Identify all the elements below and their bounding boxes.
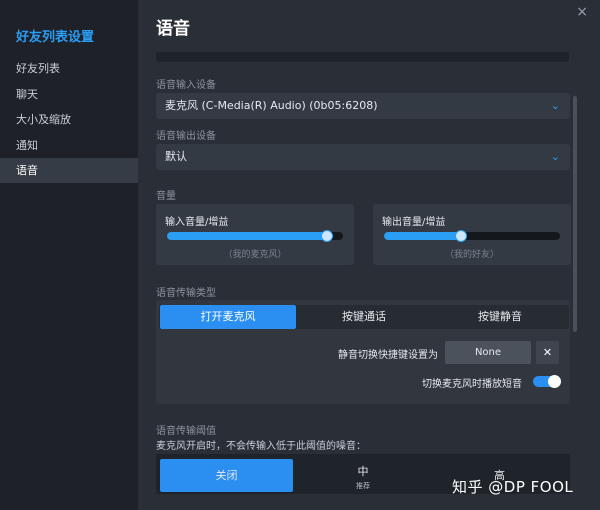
previous-section-edge	[156, 52, 569, 62]
output-volume-slider[interactable]	[384, 230, 560, 242]
push-to-mute-button[interactable]: 按键静音	[432, 305, 568, 329]
threshold-medium-button[interactable]: 中 推荐	[295, 459, 431, 492]
threshold-description: 麦克风开启时，不会传输入低于此阈值的噪音：	[156, 441, 366, 452]
input-device-value: 麦克风 (C-Media(R) Audio) (0b05:6208)	[165, 99, 378, 112]
threshold-medium-recommended: 推荐	[356, 482, 370, 490]
output-device-value: 默认	[165, 150, 187, 163]
mute-hotkey-button[interactable]: None	[445, 341, 531, 364]
threshold-off-label: 关闭	[215, 469, 238, 482]
sidebar-item-chat[interactable]: 聊天	[0, 82, 138, 107]
transmission-type-selector: 打开麦克风 按键通话 按键静音	[159, 305, 569, 329]
output-volume-fill	[384, 232, 462, 240]
threshold-medium-label: 中	[357, 465, 369, 478]
open-mic-button[interactable]: 打开麦克风	[160, 305, 296, 329]
output-volume-thumb[interactable]	[455, 230, 468, 242]
output-volume-label: 输出音量/增益	[382, 217, 446, 228]
input-volume-card: 输入音量/增益 （我的麦克风）	[156, 204, 354, 265]
input-volume-slider[interactable]	[167, 230, 343, 242]
chevron-down-icon: ⌄	[550, 99, 560, 112]
watermark: 知乎 @DP FOOL	[452, 478, 574, 496]
transmission-type-label: 语音传输类型	[156, 288, 216, 299]
input-volume-fill	[167, 232, 328, 240]
output-device-label: 语音输出设备	[156, 131, 216, 142]
input-device-select[interactable]: 麦克风 (C-Media(R) Audio) (0b05:6208) ⌄	[156, 93, 570, 119]
sidebar-item-friends-list[interactable]: 好友列表	[0, 56, 138, 81]
input-volume-hint: （我的麦克风）	[223, 250, 287, 260]
mute-hotkey-label: 静音切换快捷键设置为	[338, 350, 438, 361]
toggle-knob	[548, 375, 561, 388]
play-tone-label: 切换麦克风时播放短音	[422, 379, 522, 390]
input-volume-label: 输入音量/增益	[165, 217, 229, 228]
close-icon[interactable]: ×	[576, 4, 588, 20]
input-device-label: 语音输入设备	[156, 80, 216, 91]
page-title: 语音	[156, 19, 190, 39]
sidebar-title: 好友列表设置	[16, 30, 95, 45]
chevron-down-icon: ⌄	[550, 150, 560, 163]
threshold-label: 语音传输阈值	[156, 426, 216, 437]
sidebar-item-voice[interactable]: 语音	[0, 158, 138, 183]
output-volume-hint: （我的好友）	[444, 250, 499, 260]
sidebar-item-notifications[interactable]: 通知	[0, 133, 138, 158]
sidebar: 好友列表设置 好友列表 聊天 大小及缩放 通知 语音	[0, 0, 138, 510]
sidebar-item-size-scaling[interactable]: 大小及缩放	[0, 107, 138, 132]
main-panel: 语音 × 语音输入设备 麦克风 (C-Media(R) Audio) (0b05…	[138, 0, 600, 510]
threshold-off-button[interactable]: 关闭	[160, 459, 293, 492]
scrollbar[interactable]	[573, 96, 577, 332]
output-volume-card: 输出音量/增益 （我的好友）	[373, 204, 571, 265]
volume-label: 音量	[156, 191, 176, 202]
play-tone-toggle[interactable]	[533, 375, 561, 388]
push-to-talk-button[interactable]: 按键通话	[296, 305, 432, 329]
clear-hotkey-icon[interactable]: ✕	[536, 341, 559, 364]
output-device-select[interactable]: 默认 ⌄	[156, 144, 570, 170]
input-volume-thumb[interactable]	[321, 230, 334, 242]
